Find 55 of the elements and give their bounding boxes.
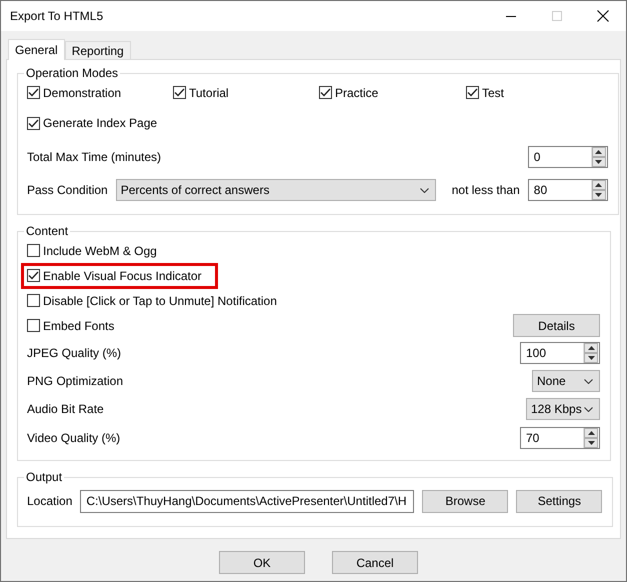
close-icon [597,10,609,22]
check-icon [467,88,478,98]
group-title: Operation Modes [25,66,120,80]
number-field[interactable]: 100 [520,342,600,364]
number-field[interactable]: 70 [520,426,600,448]
chevron-down-icon [584,378,593,384]
down-arrow-icon[interactable] [588,356,594,360]
field-label: Location [27,494,72,508]
field-label: Pass Condition [27,183,108,197]
check-icon [28,118,39,128]
check-icon [28,271,39,280]
down-arrow-icon[interactable] [588,440,594,444]
details-button[interactable]: Details [513,314,600,337]
number-field[interactable]: 80 [528,179,608,201]
field-label: Audio Bit Rate [27,402,104,416]
window-title: Export To HTML5 [10,9,104,23]
field-label: JPEG Quality (%) [27,346,122,360]
maximize-icon [552,11,562,21]
checkbox[interactable]: Practice [319,86,378,100]
dropdown[interactable]: None [532,370,600,392]
up-arrow-icon[interactable] [595,183,602,187]
checkbox[interactable]: Embed Fonts [27,318,114,332]
down-arrow-icon[interactable] [595,160,602,164]
tab[interactable]: General [8,39,65,60]
dropdown[interactable]: Percents of correct answers [116,179,436,201]
cancel-button[interactable]: Cancel [332,551,418,574]
check-icon [320,88,331,98]
up-arrow-icon[interactable] [588,430,594,434]
field-label: Video Quality (%) [27,430,120,444]
tab[interactable]: Reporting [64,41,131,59]
group-title: Output [25,470,64,484]
group-title: Content [25,224,70,238]
browse-button[interactable]: Browse [422,490,508,512]
field-label: Total Max Time (minutes) [27,150,162,164]
check-icon [174,88,185,98]
up-arrow-icon[interactable] [588,346,594,350]
number-field[interactable]: 0 [528,146,608,168]
checkbox[interactable]: Disable [Click or Tap to Unmute] Notification [27,294,277,308]
location-field[interactable]: C:\Users\ThuyHang\Documents\ActivePresenter\Untitled7\H [80,490,414,512]
dropdown[interactable]: 128 Kbps [526,398,600,420]
chevron-down-icon [420,188,429,192]
checkbox[interactable]: Generate Index Page [27,116,158,130]
field-label: PNG Optimization [27,374,124,388]
ok-button[interactable]: OK [219,551,305,574]
checkbox[interactable]: Include WebM & Ogg [27,244,157,258]
checkbox[interactable]: Demonstration [27,86,122,100]
checkbox[interactable]: Tutorial [173,86,229,100]
checkbox[interactable]: Enable Visual Focus Indicator [27,268,212,282]
down-arrow-icon[interactable] [595,193,602,197]
up-arrow-icon[interactable] [595,150,602,154]
settings-button[interactable]: Settings [516,490,602,512]
field-label: not less than [452,183,520,197]
chevron-down-icon [584,406,593,412]
checkbox[interactable]: Test [466,86,504,100]
check-icon [28,88,39,98]
